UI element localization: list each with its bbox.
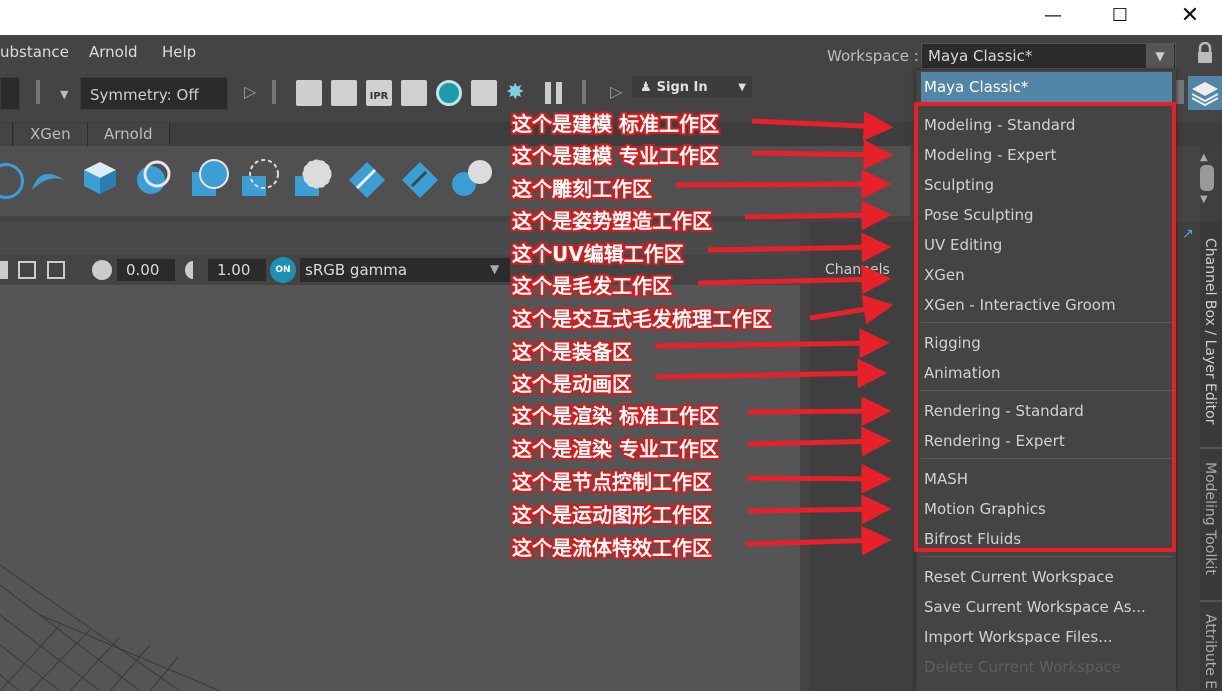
menu-substance[interactable]: ubstance <box>0 43 69 61</box>
toolbar-field[interactable] <box>0 77 20 110</box>
cube-icon[interactable] <box>82 160 118 196</box>
exposure-field[interactable]: 0.00 <box>117 259 175 281</box>
annotation-highlight-box <box>914 102 1176 552</box>
bridge-icon[interactable] <box>400 160 438 198</box>
tab-divider <box>1200 447 1222 449</box>
shelf-tab[interactable] <box>0 123 13 146</box>
annotation-label: 这个是流体特效工作区 <box>512 536 712 560</box>
combine-icon[interactable] <box>240 158 279 196</box>
symmetry-dropdown[interactable]: Symmetry: Off <box>80 77 228 110</box>
sign-in-label: Sign In <box>656 79 708 95</box>
tab-xgen[interactable]: XGen <box>14 123 88 146</box>
reset-workspace-option[interactable]: Reset Current Workspace <box>924 568 1114 586</box>
expand-arrow-icon[interactable]: ▷ <box>244 82 256 101</box>
delete-workspace-option: Delete Current Workspace <box>924 658 1122 676</box>
gamma-icon[interactable] <box>185 261 201 279</box>
chevron-up-icon[interactable]: ▲ <box>1200 152 1208 163</box>
render-frame-icon[interactable] <box>331 80 357 106</box>
tab-divider <box>1200 600 1222 602</box>
user-icon: ♟ <box>640 79 652 95</box>
torus-icon[interactable] <box>133 158 171 194</box>
workspace-selector-value: Maya Classic* <box>928 47 1033 65</box>
sphere-icon[interactable] <box>190 158 229 196</box>
extrude-icon[interactable] <box>452 158 492 196</box>
hypershade-icon[interactable] <box>436 80 462 106</box>
color-space-dropdown[interactable]: sRGB gamma <box>300 258 510 282</box>
annotation-label: 这个是渲染 标准工作区 <box>512 404 719 428</box>
film-gate-icon[interactable] <box>47 261 65 279</box>
annotation-label: 这个是节点控制工作区 <box>512 470 712 494</box>
pause-icon-bar <box>556 82 562 104</box>
menu-help[interactable]: Help <box>162 43 196 61</box>
annotation-label: 这个是装备区 <box>512 340 632 364</box>
annotation-label: 这个是建模 专业工作区 <box>512 144 719 168</box>
toolbar-separator <box>36 80 40 104</box>
menu-divider <box>921 556 1172 557</box>
chevron-down-icon[interactable]: ▼ <box>60 88 68 101</box>
toolbar-separator <box>582 80 586 104</box>
menu-arnold[interactable]: Arnold <box>89 43 138 61</box>
save-workspace-as-option[interactable]: Save Current Workspace As... <box>924 598 1146 616</box>
tab-channel-box-layer-editor[interactable]: Channel Box / Layer Editor <box>1202 238 1218 424</box>
tab-arnold[interactable]: Arnold <box>88 123 170 146</box>
bevel-icon[interactable] <box>347 160 385 198</box>
channels-menu[interactable]: Channels <box>825 262 890 278</box>
panel-arrow-icon[interactable]: ↗ <box>1182 226 1194 242</box>
render-setup-icon[interactable] <box>471 80 497 106</box>
chevron-down-icon[interactable]: ▼ <box>1200 194 1208 205</box>
scrollbar-thumb[interactable] <box>1200 165 1214 191</box>
render-settings-icon[interactable] <box>401 80 427 106</box>
annotation-label: 这个是毛发工作区 <box>512 274 672 298</box>
ipr-render-icon[interactable]: IPR <box>366 80 392 106</box>
maximize-icon[interactable]: ☐ <box>1097 0 1143 30</box>
gamma-field[interactable]: 1.00 <box>208 259 266 281</box>
grid-icon[interactable] <box>18 261 36 279</box>
annotation-label: 这个是姿势塑造工作区 <box>512 209 712 233</box>
workspace-option-maya-classic: Maya Classic* <box>924 78 1029 96</box>
render-view-icon[interactable] <box>296 80 322 106</box>
exposure-icon[interactable] <box>92 260 112 280</box>
tab-modeling-toolkit[interactable]: Modeling Toolkit <box>1202 462 1218 575</box>
annotation-label: 这个是建模 标准工作区 <box>512 112 719 136</box>
expand-arrow-icon[interactable]: ▷ <box>610 82 622 101</box>
workspace-label: Workspace : <box>827 47 919 65</box>
annotation-label: 这个UV编辑工作区 <box>512 242 684 266</box>
annotation-label: 这个是交互式毛发梳理工作区 <box>512 307 772 331</box>
lock-icon[interactable] <box>1196 41 1216 66</box>
minimize-icon[interactable]: — <box>1030 0 1076 30</box>
separate-icon[interactable] <box>293 158 332 196</box>
light-editor-icon[interactable]: ✸ <box>506 80 532 106</box>
toolbar-separator <box>272 80 276 104</box>
chevron-down-icon[interactable]: ▼ <box>490 262 499 276</box>
close-icon[interactable]: ✕ <box>1167 0 1213 30</box>
layers-icon[interactable] <box>1188 76 1222 110</box>
nurbs-surface-icon[interactable] <box>30 160 66 196</box>
annotation-label: 这个雕刻工作区 <box>512 177 652 201</box>
annotation-label: 这个是动画区 <box>512 372 632 396</box>
chevron-down-icon[interactable]: ▼ <box>1146 44 1174 68</box>
tab-attribute-editor[interactable]: Attribute E <box>1202 614 1218 689</box>
import-workspace-files-option[interactable]: Import Workspace Files... <box>924 628 1113 646</box>
color-management-toggle[interactable]: ON <box>270 257 296 283</box>
chevron-down-icon: ▼ <box>738 81 746 93</box>
sign-in-button[interactable]: ♟ Sign In ▼ <box>632 76 752 98</box>
camera-attributes-icon[interactable] <box>0 261 8 279</box>
annotation-label: 这个是运动图形工作区 <box>512 503 712 527</box>
pause-icon[interactable] <box>545 82 551 104</box>
annotation-label: 这个是渲染 专业工作区 <box>512 437 719 461</box>
